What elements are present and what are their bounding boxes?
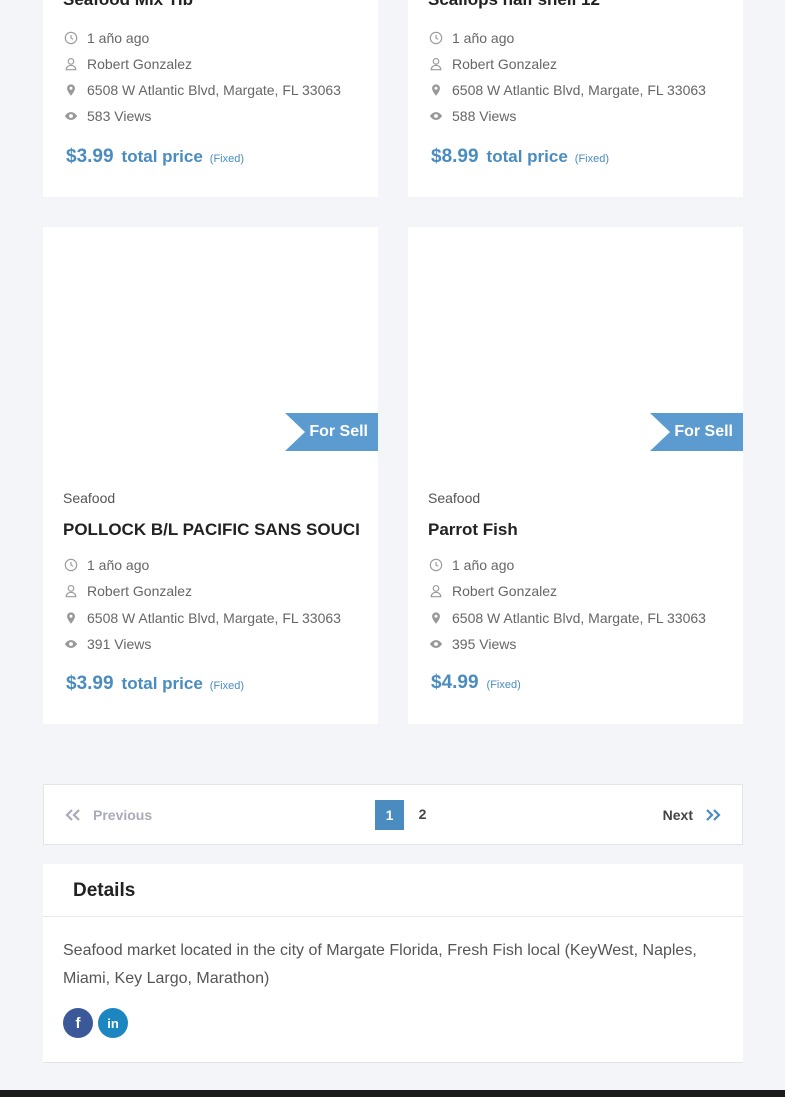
listing-time: 1 año ago xyxy=(428,30,514,46)
map-marker-icon xyxy=(63,610,79,626)
next-button[interactable]: Next xyxy=(663,807,722,823)
user-icon xyxy=(428,56,444,72)
page-1-button[interactable]: 1 xyxy=(375,800,404,830)
price-value: $3.99 xyxy=(66,673,114,694)
listing-address: 6508 W Atlantic Blvd, Margate, FL 33063 xyxy=(63,610,341,626)
listing-price: $8.99 total price (Fixed) xyxy=(431,146,609,168)
eye-icon xyxy=(428,636,444,652)
price-type: (Fixed) xyxy=(209,153,245,165)
listing-author[interactable]: Robert Gonzalez xyxy=(428,583,557,599)
double-chevron-right-icon xyxy=(706,809,721,821)
eye-icon xyxy=(63,108,79,124)
listing-price: $3.99 total price (Fixed) xyxy=(66,146,244,168)
eye-icon xyxy=(428,108,444,124)
listing-address: 6508 W Atlantic Blvd, Margate, FL 33063 xyxy=(428,610,706,626)
listing-card[interactable]: Seafood Mix Tib 1 año ago Robert Gonzale… xyxy=(43,0,378,197)
for-sell-badge: For Sell xyxy=(650,413,743,451)
listing-category[interactable]: Seafood xyxy=(63,490,115,506)
map-marker-icon xyxy=(428,82,444,98)
listing-card[interactable]: For Sell Seafood Parrot Fish 1 año ago R… xyxy=(408,227,743,724)
listing-title[interactable]: Seafood Mix Tib xyxy=(63,0,363,10)
user-icon xyxy=(63,583,79,599)
eye-icon xyxy=(63,636,79,652)
listing-time: 1 año ago xyxy=(63,30,149,46)
listing-price: $3.99 total price (Fixed) xyxy=(66,673,244,695)
user-icon xyxy=(63,56,79,72)
listing-time: 1 año ago xyxy=(63,557,149,573)
listing-card[interactable]: Scallops half shell 12 1 año ago Robert … xyxy=(408,0,743,197)
price-value: $3.99 xyxy=(66,146,114,167)
price-label: total price xyxy=(486,147,568,166)
facebook-icon[interactable]: f xyxy=(63,1008,93,1038)
clock-icon xyxy=(63,30,79,46)
price-value: $4.99 xyxy=(431,672,479,693)
listing-views: 391 Views xyxy=(63,636,151,652)
price-type: (Fixed) xyxy=(574,153,610,165)
clock-icon xyxy=(63,557,79,573)
listing-price: $4.99 (Fixed) xyxy=(431,672,521,694)
footer-bar xyxy=(0,1090,785,1097)
listing-author[interactable]: Robert Gonzalez xyxy=(428,56,557,72)
listing-time: 1 año ago xyxy=(428,557,514,573)
price-type: (Fixed) xyxy=(486,679,521,691)
listing-views: 395 Views xyxy=(428,636,516,652)
page-2-button[interactable]: 2 xyxy=(408,799,437,829)
listing-title[interactable]: POLLOCK B/L PACIFIC SANS SOUCI xyxy=(63,520,363,540)
listing-category[interactable]: Seafood xyxy=(428,490,480,506)
listing-title[interactable]: Parrot Fish xyxy=(428,520,728,540)
listing-address: 6508 W Atlantic Blvd, Margate, FL 33063 xyxy=(63,82,341,98)
listing-author[interactable]: Robert Gonzalez xyxy=(63,583,192,599)
map-marker-icon xyxy=(63,82,79,98)
for-sell-badge: For Sell xyxy=(285,413,378,451)
listing-card[interactable]: For Sell Seafood POLLOCK B/L PACIFIC SAN… xyxy=(43,227,378,724)
listing-address: 6508 W Atlantic Blvd, Margate, FL 33063 xyxy=(428,82,706,98)
double-chevron-left-icon xyxy=(65,809,80,821)
price-type: (Fixed) xyxy=(209,680,245,692)
previous-button[interactable]: Previous xyxy=(64,807,152,823)
listing-views: 588 Views xyxy=(428,108,516,124)
listing-views: 583 Views xyxy=(63,108,151,124)
details-description: Seafood market located in the city of Ma… xyxy=(63,942,697,987)
price-value: $8.99 xyxy=(431,146,479,167)
map-marker-icon xyxy=(428,610,444,626)
price-label: total price xyxy=(121,674,203,693)
linkedin-icon[interactable]: in xyxy=(98,1008,128,1038)
pagination: Previous 1 2 Next xyxy=(43,784,743,845)
clock-icon xyxy=(428,557,444,573)
details-heading: Details xyxy=(43,864,743,917)
user-icon xyxy=(428,583,444,599)
listing-title[interactable]: Scallops half shell 12 xyxy=(428,0,728,10)
social-links: f in xyxy=(63,1008,133,1038)
clock-icon xyxy=(428,30,444,46)
price-label: total price xyxy=(121,147,203,166)
listing-author[interactable]: Robert Gonzalez xyxy=(63,56,192,72)
details-panel: Details Seafood market located in the ci… xyxy=(43,864,743,1063)
